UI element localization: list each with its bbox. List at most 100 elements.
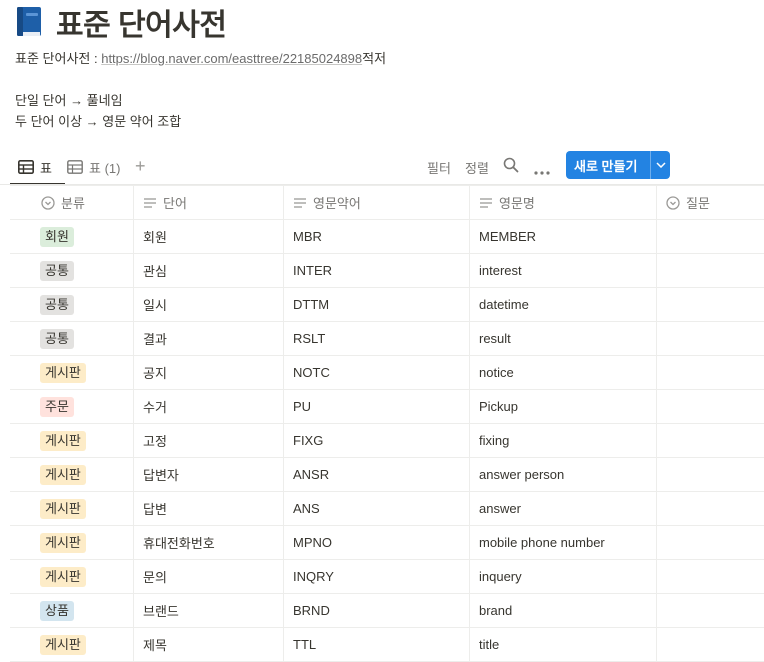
table-row[interactable]: 게시판 답변자 ANSR answer person <box>10 458 764 492</box>
table-row[interactable]: 게시판 고정 FIXG fixing <box>10 424 764 458</box>
word-cell[interactable]: 수거 <box>133 390 283 423</box>
header-abbr[interactable]: 영문약어 <box>283 186 469 219</box>
name-cell[interactable]: mobile phone number <box>469 526 656 559</box>
sort-button[interactable]: 정렬 <box>465 158 489 177</box>
category-cell[interactable]: 주문 <box>10 390 133 423</box>
table-row[interactable]: 주문 수거 PU Pickup <box>10 390 764 424</box>
name-cell[interactable]: inquery <box>469 560 656 593</box>
word-cell[interactable]: 문의 <box>133 560 283 593</box>
category-cell[interactable]: 게시판 <box>10 356 133 389</box>
category-cell[interactable]: 게시판 <box>10 526 133 559</box>
category-tag[interactable]: 공통 <box>40 328 74 349</box>
category-cell[interactable]: 게시판 <box>10 458 133 491</box>
word-cell[interactable]: 브랜드 <box>133 594 283 627</box>
word-cell[interactable]: 답변자 <box>133 458 283 491</box>
name-cell[interactable]: brand <box>469 594 656 627</box>
question-cell[interactable] <box>656 356 764 389</box>
abbr-cell[interactable]: INTER <box>283 254 469 287</box>
word-cell[interactable]: 결과 <box>133 322 283 355</box>
table-row[interactable]: 게시판 제목 TTL title <box>10 628 764 662</box>
tab-table[interactable]: 표 <box>10 150 65 185</box>
abbr-cell[interactable]: RSLT <box>283 322 469 355</box>
name-cell[interactable]: answer <box>469 492 656 525</box>
category-tag[interactable]: 공통 <box>40 260 74 281</box>
table-row[interactable]: 회원 회원 MBR MEMBER <box>10 220 764 254</box>
category-tag[interactable]: 게시판 <box>40 532 86 553</box>
abbr-cell[interactable]: MBR <box>283 220 469 253</box>
category-cell[interactable]: 게시판 <box>10 560 133 593</box>
header-word[interactable]: 단어 <box>133 186 283 219</box>
name-cell[interactable]: result <box>469 322 656 355</box>
name-cell[interactable]: fixing <box>469 424 656 457</box>
abbr-cell[interactable]: ANS <box>283 492 469 525</box>
abbr-cell[interactable]: NOTC <box>283 356 469 389</box>
word-cell[interactable]: 답변 <box>133 492 283 525</box>
table-row[interactable]: 게시판 답변 ANS answer <box>10 492 764 526</box>
category-tag[interactable]: 상품 <box>40 600 74 621</box>
question-cell[interactable] <box>656 560 764 593</box>
category-tag[interactable]: 게시판 <box>40 362 86 383</box>
category-cell[interactable]: 공통 <box>10 254 133 287</box>
category-tag[interactable]: 게시판 <box>40 634 86 655</box>
question-cell[interactable] <box>656 492 764 525</box>
category-tag[interactable]: 공통 <box>40 294 74 315</box>
category-cell[interactable]: 공통 <box>10 322 133 355</box>
more-icon[interactable] <box>534 163 550 178</box>
name-cell[interactable]: datetime <box>469 288 656 321</box>
abbr-cell[interactable]: PU <box>283 390 469 423</box>
header-name[interactable]: 영문명 <box>469 186 656 219</box>
word-cell[interactable]: 고정 <box>133 424 283 457</box>
name-cell[interactable]: answer person <box>469 458 656 491</box>
name-cell[interactable]: MEMBER <box>469 220 656 253</box>
question-cell[interactable] <box>656 254 764 287</box>
question-cell[interactable] <box>656 288 764 321</box>
filter-button[interactable]: 필터 <box>427 158 451 177</box>
word-cell[interactable]: 일시 <box>133 288 283 321</box>
category-cell[interactable]: 공통 <box>10 288 133 321</box>
question-cell[interactable] <box>656 458 764 491</box>
word-cell[interactable]: 관심 <box>133 254 283 287</box>
name-cell[interactable]: title <box>469 628 656 661</box>
abbr-cell[interactable]: DTTM <box>283 288 469 321</box>
name-cell[interactable]: notice <box>469 356 656 389</box>
category-cell[interactable]: 게시판 <box>10 628 133 661</box>
abbr-cell[interactable]: FIXG <box>283 424 469 457</box>
abbr-cell[interactable]: TTL <box>283 628 469 661</box>
table-row[interactable]: 게시판 휴대전화번호 MPNO mobile phone number <box>10 526 764 560</box>
table-row[interactable]: 공통 일시 DTTM datetime <box>10 288 764 322</box>
table-row[interactable]: 상품 브랜드 BRND brand <box>10 594 764 628</box>
category-tag[interactable]: 게시판 <box>40 498 86 519</box>
table-row[interactable]: 공통 관심 INTER interest <box>10 254 764 288</box>
category-tag[interactable]: 게시판 <box>40 430 86 451</box>
question-cell[interactable] <box>656 220 764 253</box>
question-cell[interactable] <box>656 390 764 423</box>
category-cell[interactable]: 회원 <box>10 220 133 253</box>
category-cell[interactable]: 게시판 <box>10 424 133 457</box>
table-row[interactable]: 게시판 공지 NOTC notice <box>10 356 764 390</box>
name-cell[interactable]: Pickup <box>469 390 656 423</box>
word-cell[interactable]: 공지 <box>133 356 283 389</box>
category-tag[interactable]: 주문 <box>40 396 74 417</box>
search-icon[interactable] <box>503 157 519 176</box>
word-cell[interactable]: 회원 <box>133 220 283 253</box>
abbr-cell[interactable]: INQRY <box>283 560 469 593</box>
word-cell[interactable]: 휴대전화번호 <box>133 526 283 559</box>
header-question[interactable]: 질문 <box>656 186 764 219</box>
category-tag[interactable]: 게시판 <box>40 566 86 587</box>
question-cell[interactable] <box>656 526 764 559</box>
blue-book-icon[interactable] <box>14 5 44 39</box>
header-category[interactable]: 분류 <box>10 186 133 219</box>
table-row[interactable]: 공통 결과 RSLT result <box>10 322 764 356</box>
category-tag[interactable]: 회원 <box>40 226 74 247</box>
abbr-cell[interactable]: BRND <box>283 594 469 627</box>
category-cell[interactable]: 상품 <box>10 594 133 627</box>
abbr-cell[interactable]: ANSR <box>283 458 469 491</box>
tab-table-1[interactable]: 표 (1) <box>67 150 120 184</box>
category-cell[interactable]: 게시판 <box>10 492 133 525</box>
chevron-down-icon[interactable] <box>651 162 670 168</box>
name-cell[interactable]: interest <box>469 254 656 287</box>
question-cell[interactable] <box>656 322 764 355</box>
abbr-cell[interactable]: MPNO <box>283 526 469 559</box>
question-cell[interactable] <box>656 628 764 661</box>
source-link[interactable]: https://blog.naver.com/easttree/22185024… <box>101 51 362 66</box>
